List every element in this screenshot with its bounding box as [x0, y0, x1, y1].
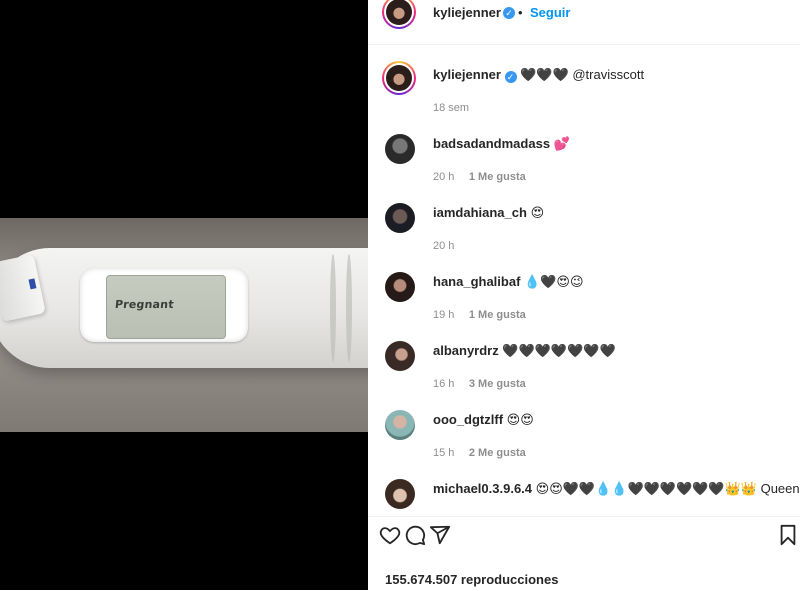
comment-text: michael0.3.9.6.4 😍😍🖤🖤💧💧🖤🖤🖤🖤🖤🖤👑👑 Queen 👑🖤 — [433, 481, 800, 497]
comment-username[interactable]: albanyrdrz — [433, 343, 499, 358]
stick-ridge — [330, 254, 336, 362]
comment-text: badsadandmadass 💕 — [433, 136, 570, 152]
comment-meta: 15 h 2 Me gusta — [433, 443, 526, 461]
comment-username[interactable]: hana_ghalibaf — [433, 274, 520, 289]
comment-time: 19 h — [433, 309, 455, 321]
comment-time: 15 h — [433, 447, 455, 459]
comment-likes[interactable]: 2 Me gusta — [469, 447, 526, 459]
comment-username[interactable]: michael0.3.9.6.4 — [433, 481, 532, 496]
comment-likes[interactable]: 1 Me gusta — [469, 309, 526, 321]
action-bar: 155.674.507 reproducciones — [368, 516, 800, 591]
comment-avatar[interactable] — [385, 479, 415, 509]
comment-text: hana_ghalibaf 💧🖤😍😉 — [433, 274, 584, 290]
comment-body: 💧🖤😍😉 — [524, 274, 584, 289]
comment-body: 🖤🖤🖤🖤🖤🖤🖤 — [502, 343, 616, 358]
author-username[interactable]: kyliejenner — [433, 5, 501, 20]
caption-meta: 18 sem — [433, 98, 469, 116]
lcd-display: Pregnant — [106, 275, 226, 339]
verified-badge-icon: ✓ — [504, 71, 517, 83]
post-header: kyliejenner ✓ • Seguir — [368, 0, 800, 45]
comment-avatar[interactable] — [385, 272, 415, 302]
lcd-result-text: Pregnant — [114, 298, 175, 311]
verified-badge-icon: ✓ — [503, 7, 515, 19]
comment-avatar[interactable] — [385, 134, 415, 164]
comment-icon[interactable] — [404, 524, 426, 546]
caption-body: 🖤🖤🖤 @travisscott — [520, 67, 645, 82]
comment-time: 16 h — [433, 378, 455, 390]
comment-username[interactable]: ooo_dgtzlff — [433, 412, 503, 427]
comment-username[interactable]: iamdahiana_ch — [433, 205, 527, 220]
comment-likes[interactable]: 3 Me gusta — [469, 378, 526, 390]
comment-meta: 19 h 1 Me gusta — [433, 305, 526, 323]
comment-text: iamdahiana_ch 😍 — [433, 205, 544, 221]
caption-time[interactable]: 18 sem — [433, 102, 469, 114]
comment-body: 😍 — [530, 205, 545, 220]
pregnancy-test-photo: Pregnant — [0, 218, 368, 432]
bookmark-icon[interactable] — [777, 524, 799, 546]
follow-button[interactable]: Seguir — [530, 5, 570, 20]
caption-avatar[interactable] — [382, 61, 416, 95]
view-count[interactable]: 155.674.507 reproducciones — [385, 572, 558, 587]
comment-avatar[interactable] — [385, 410, 415, 440]
stick-ridge — [346, 254, 352, 362]
caption-text: kyliejenner ✓ 🖤🖤🖤 @travisscott — [433, 67, 644, 83]
comment-meta: 20 h 1 Me gusta — [433, 167, 526, 185]
comment-body: 😍😍 — [506, 412, 534, 427]
post-panel: kyliejenner ✓ • Seguir kyliejenner ✓ 🖤🖤🖤… — [368, 0, 800, 590]
comment-body: 😍😍🖤🖤💧💧🖤🖤🖤🖤🖤🖤👑👑 Queen 👑🖤 — [535, 481, 800, 496]
comment-avatar[interactable] — [385, 203, 415, 233]
comment-time: 20 h — [433, 240, 455, 252]
comment-text: ooo_dgtzlff 😍😍 — [433, 412, 534, 428]
comment-text: albanyrdrz 🖤🖤🖤🖤🖤🖤🖤 — [433, 343, 616, 359]
comment-body: 💕 — [553, 136, 570, 151]
comment-time: 20 h — [433, 171, 455, 183]
post-media[interactable]: Pregnant — [0, 0, 368, 590]
share-icon[interactable] — [429, 524, 451, 546]
comment-likes[interactable]: 1 Me gusta — [469, 171, 526, 183]
caption-username[interactable]: kyliejenner — [433, 67, 501, 82]
author-avatar[interactable] — [382, 0, 416, 29]
comment-username[interactable]: badsadandmadass — [433, 136, 550, 151]
comment-meta: 20 h — [433, 236, 454, 254]
comment-meta: 16 h 3 Me gusta — [433, 374, 526, 392]
separator-dot: • — [518, 5, 523, 20]
heart-icon[interactable] — [379, 524, 401, 546]
comment-avatar[interactable] — [385, 341, 415, 371]
